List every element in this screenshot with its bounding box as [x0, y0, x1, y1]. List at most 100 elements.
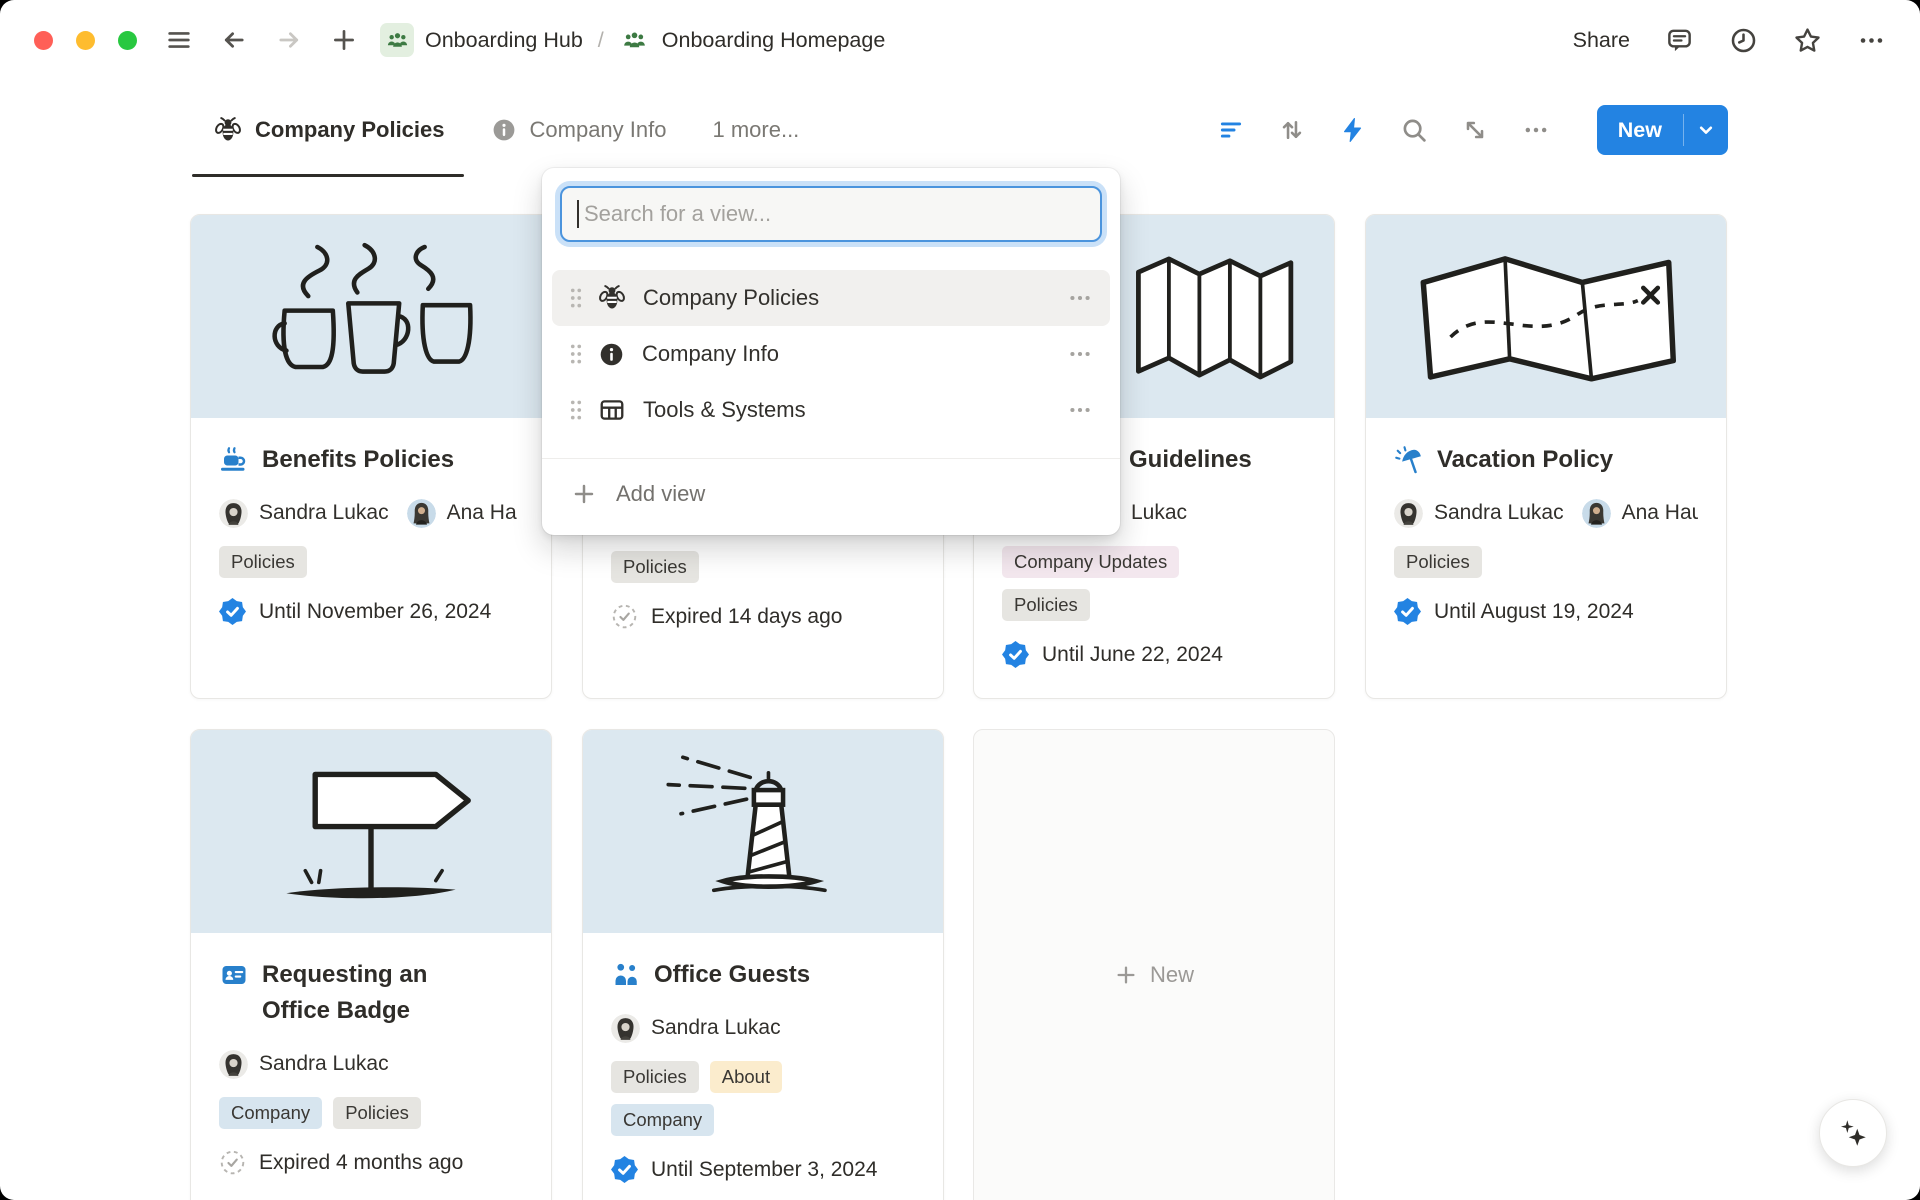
person-name: Ana Ha [447, 501, 517, 525]
status-text: Expired 14 days ago [651, 605, 842, 629]
sort-button[interactable] [1278, 116, 1306, 144]
status-text: Expired 4 months ago [259, 1151, 463, 1175]
tag: Company [611, 1104, 714, 1136]
add-new-page-card[interactable]: New [973, 729, 1335, 1200]
avatar [611, 1014, 640, 1043]
close-window-button[interactable] [34, 31, 53, 50]
notion-ai-button[interactable] [1819, 1099, 1887, 1167]
card-requesting-office-badge[interactable]: Requesting an Office Badge Sandra Lukac … [190, 729, 552, 1200]
tag: Policies [611, 551, 699, 583]
add-view-label: Add view [616, 481, 705, 507]
expired-dashed-check-icon [219, 1149, 246, 1176]
ellipsis-icon [1857, 26, 1886, 55]
clock-icon [1729, 26, 1758, 55]
expand-view-button[interactable] [1461, 116, 1489, 144]
view-option-tools-systems[interactable]: Tools & Systems [552, 382, 1110, 438]
view-options-button[interactable] [1522, 116, 1550, 144]
new-card-label: New [1150, 962, 1194, 988]
status-text: Until August 19, 2024 [1434, 600, 1634, 624]
tab-company-policies[interactable]: Company Policies [214, 80, 445, 180]
person-name: Sandra Lukac [1434, 501, 1564, 525]
expired-dashed-check-icon [611, 603, 638, 630]
person-name: Sandra Lukac [651, 1016, 781, 1040]
automations-button[interactable] [1339, 116, 1367, 144]
tag: Policies [219, 546, 307, 578]
view-option-company-policies[interactable]: Company Policies [552, 270, 1110, 326]
favorite-button[interactable] [1793, 26, 1822, 55]
card-benefits-policies[interactable]: Benefits Policies Sandra Lukac Ana Ha Po… [190, 214, 552, 699]
info-icon [491, 117, 517, 143]
notion-window: Onboarding Hub / Onboarding Homepage Sha… [0, 0, 1920, 1200]
view-search-input[interactable] [560, 186, 1102, 242]
tab-more-views[interactable]: 1 more... [712, 80, 799, 180]
card-title: Requesting an Office Badge [262, 957, 434, 1029]
breadcrumb-workspace[interactable]: Onboarding Hub [425, 28, 583, 53]
share-button[interactable]: Share [1573, 28, 1630, 53]
two-people-icon [611, 960, 641, 990]
view-option-menu-button[interactable] [1065, 395, 1095, 425]
drag-handle[interactable] [567, 397, 585, 423]
ellipsis-icon [1522, 116, 1550, 144]
verified-check-icon [1394, 598, 1421, 625]
add-view-button[interactable]: Add view [542, 465, 1120, 523]
card-cover [191, 215, 551, 418]
sidebar-toggle-button[interactable] [165, 26, 193, 54]
card-cover [191, 730, 551, 933]
avatar [219, 499, 248, 528]
forward-arrow-icon [275, 26, 303, 54]
view-option-menu-button[interactable] [1065, 339, 1095, 369]
tab-label: Company Policies [255, 117, 445, 143]
signpost-illustration [236, 751, 506, 913]
avatar [1394, 499, 1423, 528]
ellipsis-icon [1067, 341, 1093, 367]
card-vacation-policy[interactable]: Vacation Policy Sandra Lukac Ana Hau Pol… [1365, 214, 1727, 699]
status-text: Until September 3, 2024 [651, 1158, 877, 1182]
tag: Company [219, 1097, 322, 1129]
comments-button[interactable] [1665, 26, 1694, 55]
view-option-label: Tools & Systems [643, 397, 1065, 423]
card-office-guests[interactable]: Office Guests Sandra Lukac Policies Abou… [582, 729, 944, 1200]
card-title: Vacation Policy [1437, 442, 1613, 478]
lightning-icon [1339, 116, 1367, 144]
view-option-company-info[interactable]: Company Info [552, 326, 1110, 382]
comment-icon [1665, 26, 1694, 55]
new-tab-button[interactable] [330, 26, 358, 54]
search-icon [1400, 116, 1428, 144]
tag: Policies [1002, 589, 1090, 621]
mugs-doodle-illustration [221, 238, 521, 396]
ellipsis-icon [1067, 397, 1093, 423]
drag-handle[interactable] [567, 341, 585, 367]
tab-label: Company Info [530, 117, 667, 143]
breadcrumb-page[interactable]: Onboarding Homepage [662, 28, 886, 53]
filter-button[interactable] [1217, 116, 1245, 144]
sort-arrows-icon [1278, 116, 1306, 144]
view-option-menu-button[interactable] [1065, 283, 1095, 313]
person-name: Ana Hau [1622, 501, 1698, 525]
zoom-window-button[interactable] [118, 31, 137, 50]
text-cursor [577, 200, 579, 228]
search-button[interactable] [1400, 116, 1428, 144]
bee-icon [214, 116, 242, 144]
treasure-map-illustration [1396, 235, 1696, 399]
card-title: Benefits Policies [262, 442, 454, 478]
view-tabbar: Company Policies Company Info 1 more... … [0, 80, 1920, 180]
back-button[interactable] [220, 26, 248, 54]
person-name: Lukac [1131, 501, 1187, 525]
updates-button[interactable] [1729, 26, 1758, 55]
tab-company-info[interactable]: Company Info [491, 80, 667, 180]
card-cover [1366, 215, 1726, 418]
status-text: Until November 26, 2024 [259, 600, 491, 624]
tag: Policies [611, 1061, 699, 1093]
tag: Policies [333, 1097, 421, 1129]
minimize-window-button[interactable] [76, 31, 95, 50]
card-cover [583, 730, 943, 933]
new-button[interactable]: New [1597, 105, 1683, 155]
tag: About [710, 1061, 782, 1093]
beach-umbrella-icon [1394, 445, 1424, 475]
plus-icon [571, 481, 597, 507]
more-options-button[interactable] [1857, 26, 1886, 55]
forward-button[interactable] [275, 26, 303, 54]
new-button-dropdown[interactable] [1684, 105, 1728, 155]
window-controls [34, 31, 137, 50]
drag-handle[interactable] [567, 285, 585, 311]
